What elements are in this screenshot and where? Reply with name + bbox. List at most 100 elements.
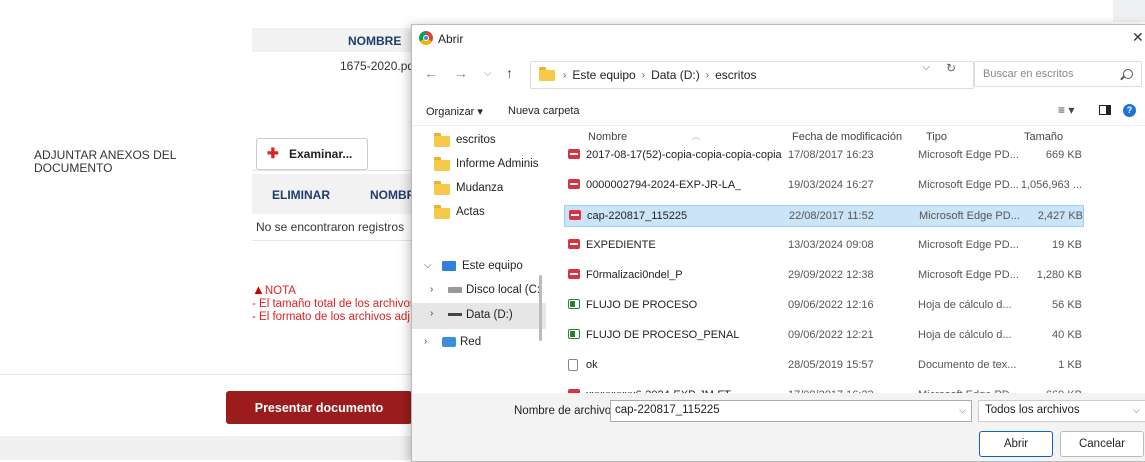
file-type: Microsoft Edge PD... xyxy=(918,269,1019,281)
folder-icon xyxy=(434,205,450,219)
file-row[interactable]: FLUJO DE PROCESO_PENAL 09/06/2022 12:21 Ho… xyxy=(564,325,1084,347)
sort-arrow-icon: ︿ xyxy=(692,132,700,141)
dialog-toolbar: Organizar ▾ Nueva carpeta ≡ ▾ ? xyxy=(412,97,1145,126)
help-icon[interactable]: ? xyxy=(1123,104,1136,117)
divider xyxy=(252,240,412,241)
chevron-right-icon[interactable]: › xyxy=(430,284,433,295)
file-row[interactable]: EXPEDIENTE 13/03/2024 09:08 Microsoft Edge… xyxy=(564,235,1084,257)
browse-button[interactable]: ✚ Examinar... xyxy=(256,138,368,170)
sidebar-item-informe[interactable]: Informe Adminis xyxy=(412,153,546,177)
file-date: 28/05/2019 15:57 xyxy=(788,359,874,371)
file-size: 19 KB xyxy=(1052,239,1082,251)
filename-input[interactable]: cap-220817_115225 ⌵ xyxy=(610,400,972,422)
breadcrumb-este-equipo[interactable]: Este equipo xyxy=(572,68,635,82)
file-row[interactable]: ok 28/05/2019 15:57 Documento de tex... 1 K… xyxy=(564,355,1084,377)
file-date: 22/08/2017 11:52 xyxy=(789,210,874,222)
file-row[interactable]: cap-220817_115225 22/08/2017 11:52 Microso… xyxy=(564,205,1084,227)
view-options-icon[interactable]: ≡ ▾ xyxy=(1058,103,1074,117)
refresh-icon[interactable]: ↻ xyxy=(946,61,956,75)
sidebar-item-escritos[interactable]: escritos xyxy=(412,129,546,153)
chevron-down-icon[interactable]: ⌵ xyxy=(424,260,432,271)
drive-icon xyxy=(448,313,462,316)
pdf-file-icon xyxy=(568,179,580,189)
sidebar-item-data-d[interactable]: › Data (D:) xyxy=(412,303,546,329)
pdf-file-icon xyxy=(568,269,580,279)
file-date: 13/03/2024 09:08 xyxy=(788,239,874,251)
chevron-right-icon[interactable]: › xyxy=(430,308,433,319)
preview-pane-icon[interactable] xyxy=(1099,105,1111,115)
up-arrow-icon[interactable]: ↑ xyxy=(506,65,513,81)
file-row[interactable]: 0000002794-2024-EXP-JR-LA_ 19/03/2024 16:… xyxy=(564,175,1084,197)
file-size: 669 KB xyxy=(1045,149,1082,161)
file-date: 29/09/2022 12:38 xyxy=(788,269,874,281)
plus-icon: ✚ xyxy=(267,145,279,161)
file-name: 0000002794-2024-EXP-JR-LA_ xyxy=(586,179,742,191)
sidebar-item-disco-local[interactable]: › Disco local (C: xyxy=(412,279,546,303)
cancel-button[interactable]: Cancelar xyxy=(1060,431,1144,457)
divider xyxy=(252,170,412,171)
chevron-right-icon[interactable]: › xyxy=(424,336,427,347)
sidebar-item-actas[interactable]: Actas xyxy=(412,201,546,225)
attached-file-name[interactable]: 1675-2020.pdf xyxy=(340,59,417,73)
nota-line-2: - El formato de los archivos adj xyxy=(252,311,410,323)
file-name: 2017-08-17(52)-copia-copia-copia-copia xyxy=(586,149,782,161)
file-name: EXPEDIENTE xyxy=(586,239,656,251)
open-button[interactable]: Abrir xyxy=(979,431,1053,457)
close-icon[interactable]: ✕ xyxy=(1132,29,1145,46)
sidebar-item-este-equipo[interactable]: ⌵ Este equipo xyxy=(412,255,546,279)
chevron-down-icon[interactable]: ⌵ xyxy=(922,61,930,74)
file-date: 09/06/2022 12:21 xyxy=(788,329,874,341)
file-type: Documento de tex... xyxy=(918,359,1017,371)
pdf-file-icon xyxy=(569,210,581,220)
address-bar[interactable]: › Este equipo › Data (D:) › escritos xyxy=(530,61,974,89)
breadcrumb-escritos[interactable]: escritos xyxy=(715,68,756,82)
file-type: Hoja de cálculo d... xyxy=(918,329,1012,341)
file-size: 40 KB xyxy=(1052,329,1082,341)
column-header-type[interactable]: Tipo xyxy=(926,131,947,143)
organize-menu[interactable]: Organizar ▾ xyxy=(426,105,483,118)
chevron-down-icon[interactable]: ⌵ xyxy=(959,405,966,416)
forward-arrow-icon[interactable]: → xyxy=(454,65,468,81)
chrome-icon xyxy=(419,31,433,45)
filename-label: Nombre de archivo: xyxy=(514,405,615,417)
back-arrow-icon[interactable]: ← xyxy=(424,65,438,81)
nota-line-1: - El tamaño total de los archivos xyxy=(252,298,416,310)
folder-icon xyxy=(434,181,450,195)
nota-title: ▲NOTA xyxy=(252,282,296,297)
file-type: Microsoft Edge PD... xyxy=(918,149,1019,161)
sidebar-item-red[interactable]: › Red xyxy=(412,331,546,355)
file-name: FLUJO DE PROCESO_PENAL xyxy=(586,329,740,341)
search-input[interactable]: Buscar en escritos xyxy=(974,61,1142,87)
column-header-date[interactable]: Fecha de modificación xyxy=(792,131,902,143)
file-row[interactable]: 2017-08-17(52)-copia-copia-copia-copia 17… xyxy=(564,145,1084,167)
column-header-name[interactable]: ︿ Nombre xyxy=(588,131,700,143)
chevron-down-icon[interactable]: ⌵ xyxy=(1133,405,1140,416)
file-row[interactable]: F0rmalizaci0ndel_P 29/09/2022 12:38 Micros… xyxy=(564,265,1084,287)
dialog-titlebar: Abrir ✕ xyxy=(412,25,1145,53)
folder-icon xyxy=(539,66,555,81)
window-corner xyxy=(1113,0,1145,22)
warning-icon: ▲ xyxy=(252,282,265,297)
file-date: 17/08/2017 16:23 xyxy=(788,149,874,161)
recent-chevron-icon[interactable]: ⌵ xyxy=(484,68,492,79)
submit-document-button[interactable]: Presentar documento xyxy=(226,391,412,424)
file-size: 1,056,963 ... xyxy=(1020,179,1082,191)
network-icon xyxy=(442,337,456,347)
divider xyxy=(0,374,411,375)
new-folder-button[interactable]: Nueva carpeta xyxy=(508,105,580,117)
nombre-header: NOMBRE xyxy=(252,28,412,52)
breadcrumb-data[interactable]: Data (D:) xyxy=(651,68,700,82)
file-type-select[interactable]: Todos los archivos ⌵ xyxy=(978,400,1145,422)
file-size: 56 KB xyxy=(1052,299,1082,311)
file-row[interactable]: FLUJO DE PROCESO 09/06/2022 12:16 Hoja de … xyxy=(564,295,1084,317)
column-header-size[interactable]: Tamaño xyxy=(1024,131,1063,143)
spreadsheet-file-icon xyxy=(568,329,580,339)
sidebar-scrollbar[interactable] xyxy=(539,275,542,341)
navigation-bar: ← → ⌵ ↑ › Este equipo › Data (D:) › escr… xyxy=(412,55,1145,93)
file-name: cap-220817_115225 xyxy=(587,210,688,222)
folder-icon xyxy=(434,133,450,147)
computer-icon xyxy=(442,261,456,271)
dialog-footer: Nombre de archivo: cap-220817_115225 ⌵ T… xyxy=(412,393,1145,461)
sidebar-item-mudanza[interactable]: Mudanza xyxy=(412,177,546,201)
file-name: F0rmalizaci0ndel_P xyxy=(586,269,683,281)
